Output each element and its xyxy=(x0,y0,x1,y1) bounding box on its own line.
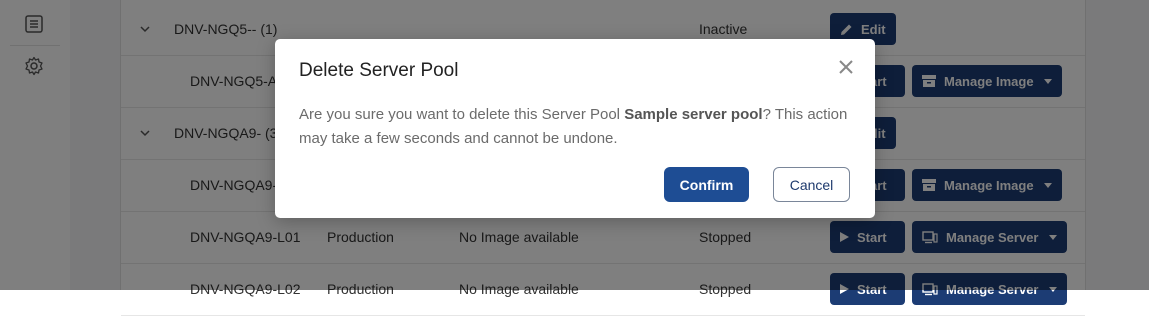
dialog-message-prefix: Are you sure you want to delete this Ser… xyxy=(299,106,625,123)
dialog-message: Are you sure you want to delete this Ser… xyxy=(299,103,851,151)
close-icon[interactable] xyxy=(837,58,855,76)
server-pool-name: Sample server pool xyxy=(624,106,763,123)
cancel-button[interactable]: Cancel xyxy=(773,167,850,202)
dialog-title: Delete Server Pool xyxy=(299,60,459,81)
delete-server-pool-dialog: Delete Server Pool Are you sure you want… xyxy=(275,39,875,218)
confirm-button[interactable]: Confirm xyxy=(664,167,749,202)
